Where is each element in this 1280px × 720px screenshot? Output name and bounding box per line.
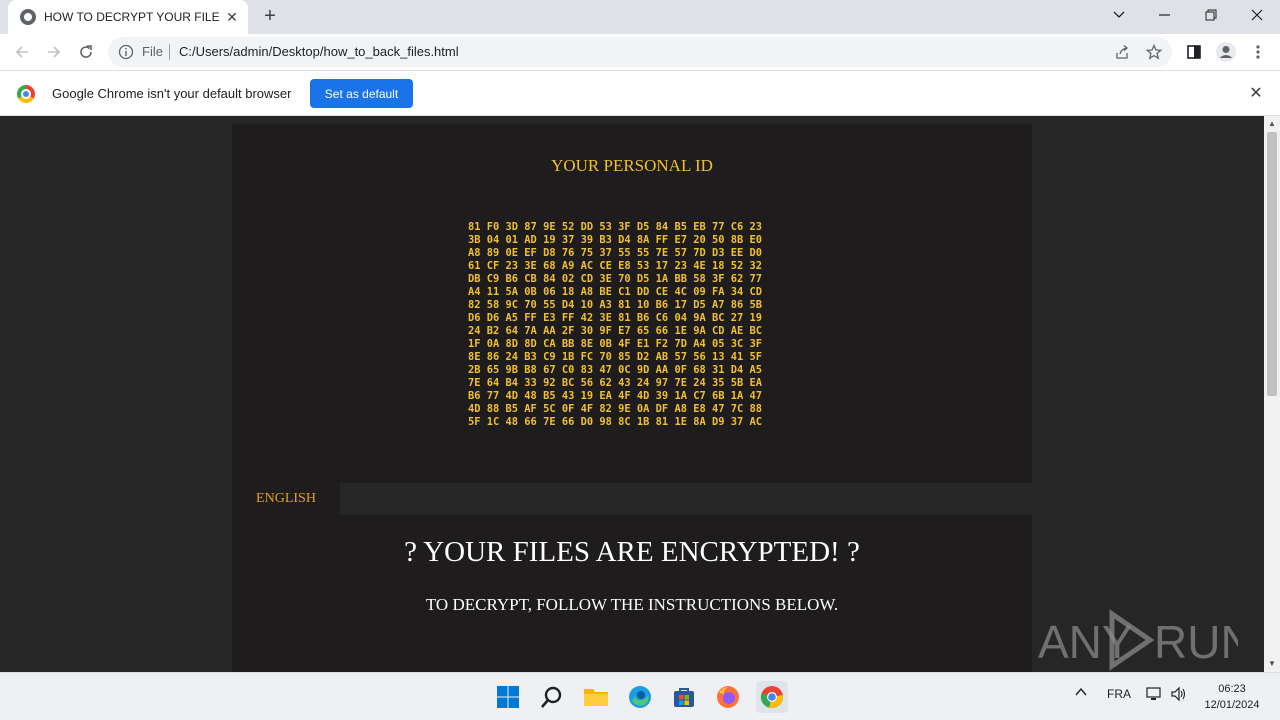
star-icon[interactable] [1146, 44, 1162, 60]
chrome-logo [17, 85, 35, 103]
hex-line: 2B 65 9B B8 67 C0 83 47 0C 9D AA 0F 68 3… [468, 364, 763, 376]
hex-line: 8E 86 24 B3 C9 1B FC 70 85 D2 AB 57 56 1… [468, 351, 763, 363]
svg-text:RUN: RUN [1154, 616, 1238, 668]
scroll-down-arrow[interactable]: ▼ [1267, 659, 1277, 669]
language-bar: ENGLISH [232, 483, 1032, 515]
close-window-button[interactable] [1234, 0, 1280, 30]
hex-line: B6 77 4D 48 B5 43 19 EA 4F 4D 39 1A C7 6… [468, 390, 763, 402]
tray-chevron-icon[interactable] [1074, 685, 1088, 702]
hex-line: DB C9 B6 CB 84 02 CD 3E 70 D5 1A BB 58 3… [468, 273, 763, 285]
windows-taskbar: FRA 06:23 12/01/2024 [0, 672, 1280, 720]
default-browser-infobar: Google Chrome isn't your default browser… [0, 70, 1280, 116]
minimize-button[interactable] [1142, 0, 1188, 30]
ransom-note-panel: YOUR PERSONAL ID 81 F0 3D 87 9E 52 DD 53… [232, 124, 1032, 672]
decrypt-instructions-subline: TO DECRYPT, FOLLOW THE INSTRUCTIONS BELO… [425, 595, 839, 614]
address-bar[interactable]: File C:/Users/admin/Desktop/how_to_back_… [108, 37, 1172, 67]
scroll-up-arrow[interactable]: ▲ [1267, 119, 1277, 129]
hex-line: 81 F0 3D 87 9E 52 DD 53 3F D5 84 B5 EB 7… [468, 221, 763, 233]
tab-search-icon[interactable] [1096, 0, 1142, 30]
chrome-icon[interactable] [756, 681, 788, 713]
tab-title: HOW TO DECRYPT YOUR FILES [44, 10, 220, 24]
search-icon[interactable] [536, 681, 568, 713]
personal-id-hex-block: 81 F0 3D 87 9E 52 DD 53 3F D5 84 B5 EB 7… [468, 221, 762, 429]
store-icon[interactable] [668, 681, 700, 713]
clock-time: 06:23 [1218, 683, 1246, 695]
scrollbar-thumb[interactable] [1267, 132, 1277, 396]
hex-line: 61 CF 23 3E 68 A9 AC CE E8 53 17 23 4E 1… [468, 260, 763, 272]
tab-close-icon[interactable]: ✕ [224, 9, 240, 25]
windows-start-icon[interactable] [492, 681, 524, 713]
encrypted-headline: ? YOUR FILES ARE ENCRYPTED! ? [404, 536, 860, 568]
personal-id-title: YOUR PERSONAL ID [551, 156, 713, 175]
back-icon[interactable] [8, 38, 36, 66]
edge-icon[interactable] [624, 681, 656, 713]
hex-line: A8 89 0E EF D8 76 75 37 55 55 7E 57 7D D… [468, 247, 763, 259]
url-scheme-label: File [142, 44, 163, 59]
url-text[interactable]: C:/Users/admin/Desktop/how_to_back_files… [179, 44, 459, 59]
tab-active[interactable]: HOW TO DECRYPT YOUR FILES ✕ [8, 0, 248, 34]
globe-icon [20, 9, 36, 25]
hex-line: A4 11 5A 0B 06 18 A8 BE C1 DD CE 4C 09 F… [468, 286, 763, 298]
infobar-close-icon[interactable]: ✕ [1247, 85, 1265, 103]
hex-line: 82 58 9C 70 55 D4 10 A3 81 10 B6 17 D5 A… [468, 299, 763, 311]
language-indicator[interactable]: FRA [1107, 687, 1131, 701]
set-default-button[interactable]: Set as default [310, 79, 413, 108]
browser-toolbar: File C:/Users/admin/Desktop/how_to_back_… [0, 34, 1280, 70]
volume-icon[interactable] [1170, 686, 1186, 705]
hex-line: 4D 88 B5 AF 5C 0F 4F 82 9E 0A DF A8 E8 4… [468, 403, 763, 415]
tab-strip: HOW TO DECRYPT YOUR FILES ✕ + [0, 0, 1280, 34]
profile-icon[interactable] [1212, 38, 1240, 66]
anyrun-watermark: ANY RUN [1038, 609, 1238, 671]
new-tab-button[interactable]: + [258, 5, 282, 29]
menu-icon[interactable] [1244, 38, 1272, 66]
clock-date: 12/01/2024 [1204, 699, 1260, 711]
file-explorer-icon[interactable] [580, 681, 612, 713]
taskbar-clock[interactable]: 06:23 12/01/2024 [1196, 681, 1268, 713]
divider [169, 44, 170, 60]
reload-icon[interactable] [72, 38, 100, 66]
hex-line: 1F 0A 8D 8D CA BB 8E 0B 4F E1 F2 7D A4 0… [468, 338, 763, 350]
forward-icon[interactable] [40, 38, 68, 66]
hex-line: 3B 04 01 AD 19 37 39 B3 D4 8A FF E7 20 5… [468, 234, 763, 246]
restore-button[interactable] [1188, 0, 1234, 30]
infobar-message: Google Chrome isn't your default browser [52, 86, 292, 101]
sidepanel-icon[interactable] [1180, 38, 1208, 66]
share-icon[interactable] [1114, 44, 1130, 60]
page-content: YOUR PERSONAL ID 81 F0 3D 87 9E 52 DD 53… [0, 116, 1264, 672]
hex-line: 5F 1C 48 66 7E 66 D0 98 8C 1B 81 1E 8A D… [468, 416, 763, 428]
hex-line: 24 B2 64 7A AA 2F 30 9F E7 65 66 1E 9A C… [468, 325, 763, 337]
language-tab-english[interactable]: ENGLISH [232, 483, 340, 515]
info-icon[interactable] [118, 44, 134, 60]
firefox-icon[interactable] [712, 681, 744, 713]
hex-line: D6 D6 A5 FF E3 FF 42 3E 81 B6 C6 04 9A B… [468, 312, 763, 324]
hex-line: 7E 64 B4 33 92 BC 56 62 43 24 97 7E 24 3… [468, 377, 763, 389]
vertical-scrollbar[interactable]: ▲ ▼ [1264, 116, 1280, 672]
network-icon[interactable] [1146, 686, 1162, 705]
